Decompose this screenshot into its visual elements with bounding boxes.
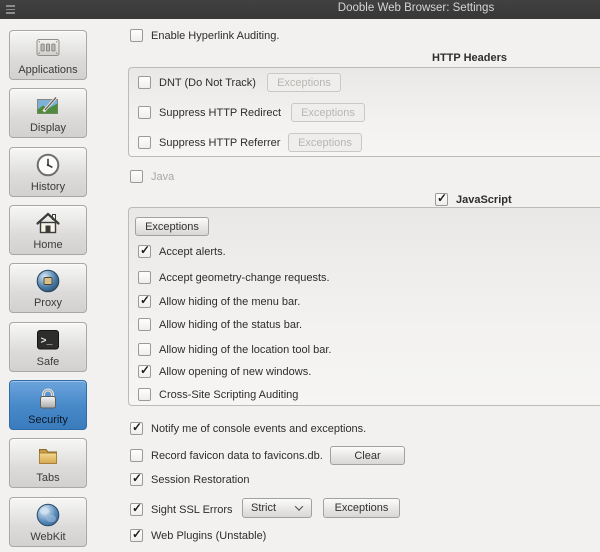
java-label: Java <box>151 171 174 183</box>
session-restoration-label: Session Restoration <box>151 474 249 486</box>
sidebar-item-home[interactable]: Home <box>9 205 87 255</box>
sidebar-item-label: Security <box>28 414 68 429</box>
sidebar-item-safe[interactable]: >_ Safe <box>9 322 87 372</box>
sidebar-item-security[interactable]: Security <box>9 380 87 430</box>
display-icon <box>10 92 86 120</box>
record-favicon-label: Record favicon data to favicons.db. <box>151 450 323 462</box>
allow-hiding-status-bar-checkbox[interactable] <box>138 318 151 331</box>
javascript-title: JavaScript <box>456 194 512 206</box>
settings-window: Dooble Web Browser: Settings Application… <box>0 0 600 552</box>
sidebar-item-history[interactable]: History <box>9 147 87 197</box>
accept-alerts-label: Accept alerts. <box>159 246 226 258</box>
chevron-down-icon <box>295 502 303 510</box>
xss-auditing-label: Cross-Site Scripting Auditing <box>159 389 298 401</box>
dnt-checkbox[interactable] <box>138 76 151 89</box>
titlebar: Dooble Web Browser: Settings <box>0 0 600 19</box>
ssl-errors-dropdown-value: Strict <box>251 502 276 514</box>
web-plugins-label: Web Plugins (Unstable) <box>151 530 266 542</box>
web-plugins-checkbox[interactable] <box>130 529 143 542</box>
enable-hyperlink-auditing-checkbox[interactable] <box>130 29 143 42</box>
suppress-http-referrer-label: Suppress HTTP Referrer <box>159 137 280 149</box>
checkbox-row-session-restoration[interactable]: Session Restoration <box>130 473 249 486</box>
checkbox-row-ssl-errors[interactable]: Sight SSL Errors <box>130 503 233 516</box>
checkbox-row-allow-hiding-status-bar[interactable]: Allow hiding of the status bar. <box>138 318 302 331</box>
checkbox-row-allow-hiding-location-tool-bar[interactable]: Allow hiding of the location tool bar. <box>138 343 331 356</box>
allow-hiding-location-tool-bar-label: Allow hiding of the location tool bar. <box>159 344 331 356</box>
checkbox-row-javascript[interactable]: JavaScript <box>435 193 512 206</box>
sidebar-item-tabs[interactable]: Tabs <box>9 438 87 488</box>
suppress-http-redirect-exceptions-button[interactable]: Exceptions <box>291 103 365 122</box>
allow-opening-new-windows-checkbox[interactable] <box>138 365 151 378</box>
suppress-http-referrer-checkbox[interactable] <box>138 136 151 149</box>
accept-alerts-checkbox[interactable] <box>138 245 151 258</box>
session-restoration-checkbox[interactable] <box>130 473 143 486</box>
accept-geometry-change-checkbox[interactable] <box>138 271 151 284</box>
checkbox-row-allow-opening-new-windows[interactable]: Allow opening of new windows. <box>138 365 311 378</box>
allow-hiding-menu-bar-label: Allow hiding of the menu bar. <box>159 296 300 308</box>
checkbox-row-dnt[interactable]: DNT (Do Not Track) <box>138 76 256 89</box>
sidebar-item-label: Safe <box>37 356 60 371</box>
checkbox-row-accept-alerts[interactable]: Accept alerts. <box>138 245 226 258</box>
sidebar-item-webkit[interactable]: WebKit <box>9 497 87 547</box>
dnt-exceptions-button[interactable]: Exceptions <box>267 73 341 92</box>
suppress-http-referrer-exceptions-button[interactable]: Exceptions <box>288 133 362 152</box>
tabs-folder-icon <box>10 442 86 470</box>
sidebar-item-label: WebKit <box>30 531 65 546</box>
allow-hiding-status-bar-label: Allow hiding of the status bar. <box>159 319 302 331</box>
notify-console-checkbox[interactable] <box>130 422 143 435</box>
webkit-globe-icon <box>10 501 86 529</box>
xss-auditing-checkbox[interactable] <box>138 388 151 401</box>
checkbox-row-suppress-http-redirect[interactable]: Suppress HTTP Redirect <box>138 106 281 119</box>
checkbox-row-allow-hiding-menu-bar[interactable]: Allow hiding of the menu bar. <box>138 295 300 308</box>
checkbox-row-java: Java <box>130 170 174 183</box>
javascript-checkbox[interactable] <box>435 193 448 206</box>
allow-hiding-menu-bar-checkbox[interactable] <box>138 295 151 308</box>
suppress-http-redirect-checkbox[interactable] <box>138 106 151 119</box>
checkbox-row-record-favicon[interactable]: Record favicon data to favicons.db. <box>130 449 323 462</box>
sidebar-item-display[interactable]: Display <box>9 88 87 138</box>
sidebar-item-label: Home <box>33 239 62 254</box>
ssl-errors-dropdown[interactable]: Strict <box>242 498 312 518</box>
dnt-label: DNT (Do Not Track) <box>159 77 256 89</box>
sidebar-item-label: History <box>31 181 65 196</box>
proxy-orb-icon <box>10 267 86 295</box>
sidebar-item-label: Applications <box>18 64 77 79</box>
safe-terminal-icon: >_ <box>10 326 86 354</box>
ssl-errors-checkbox[interactable] <box>130 503 143 516</box>
checkbox-row-notify-console[interactable]: Notify me of console events and exceptio… <box>130 422 366 435</box>
record-favicon-checkbox[interactable] <box>130 449 143 462</box>
clear-favicons-button[interactable]: Clear <box>330 446 405 465</box>
sidebar-item-proxy[interactable]: Proxy <box>9 263 87 313</box>
checkbox-row-accept-geometry-change[interactable]: Accept geometry-change requests. <box>138 271 330 284</box>
accept-geometry-change-label: Accept geometry-change requests. <box>159 272 330 284</box>
menu-icon[interactable] <box>6 5 15 14</box>
sidebar-item-label: Tabs <box>36 472 59 487</box>
checkbox-row-enable-hyperlink-auditing[interactable]: Enable Hyperlink Auditing. <box>130 29 279 42</box>
home-icon <box>10 209 86 237</box>
checkbox-row-web-plugins[interactable]: Web Plugins (Unstable) <box>130 529 266 542</box>
notify-console-label: Notify me of console events and exceptio… <box>151 423 366 435</box>
suppress-http-redirect-label: Suppress HTTP Redirect <box>159 107 281 119</box>
sidebar-item-label: Display <box>30 122 66 137</box>
http-headers-title: HTTP Headers <box>432 52 507 64</box>
svg-text:>_: >_ <box>41 337 54 348</box>
history-clock-icon <box>10 151 86 179</box>
allow-hiding-location-tool-bar-checkbox[interactable] <box>138 343 151 356</box>
allow-opening-new-windows-label: Allow opening of new windows. <box>159 366 311 378</box>
sidebar-item-applications[interactable]: Applications <box>9 30 87 80</box>
window-title: Dooble Web Browser: Settings <box>338 2 494 14</box>
checkbox-row-xss-auditing[interactable]: Cross-Site Scripting Auditing <box>138 388 298 401</box>
enable-hyperlink-auditing-label: Enable Hyperlink Auditing. <box>151 30 279 42</box>
java-checkbox <box>130 170 143 183</box>
ssl-errors-exceptions-button[interactable]: Exceptions <box>323 498 400 518</box>
security-lock-icon <box>10 384 86 412</box>
checkbox-row-suppress-http-referrer[interactable]: Suppress HTTP Referrer <box>138 136 280 149</box>
sidebar-item-label: Proxy <box>34 297 62 312</box>
javascript-exceptions-button[interactable]: Exceptions <box>135 217 209 236</box>
ssl-errors-label: Sight SSL Errors <box>151 504 233 516</box>
applications-icon <box>10 34 86 62</box>
